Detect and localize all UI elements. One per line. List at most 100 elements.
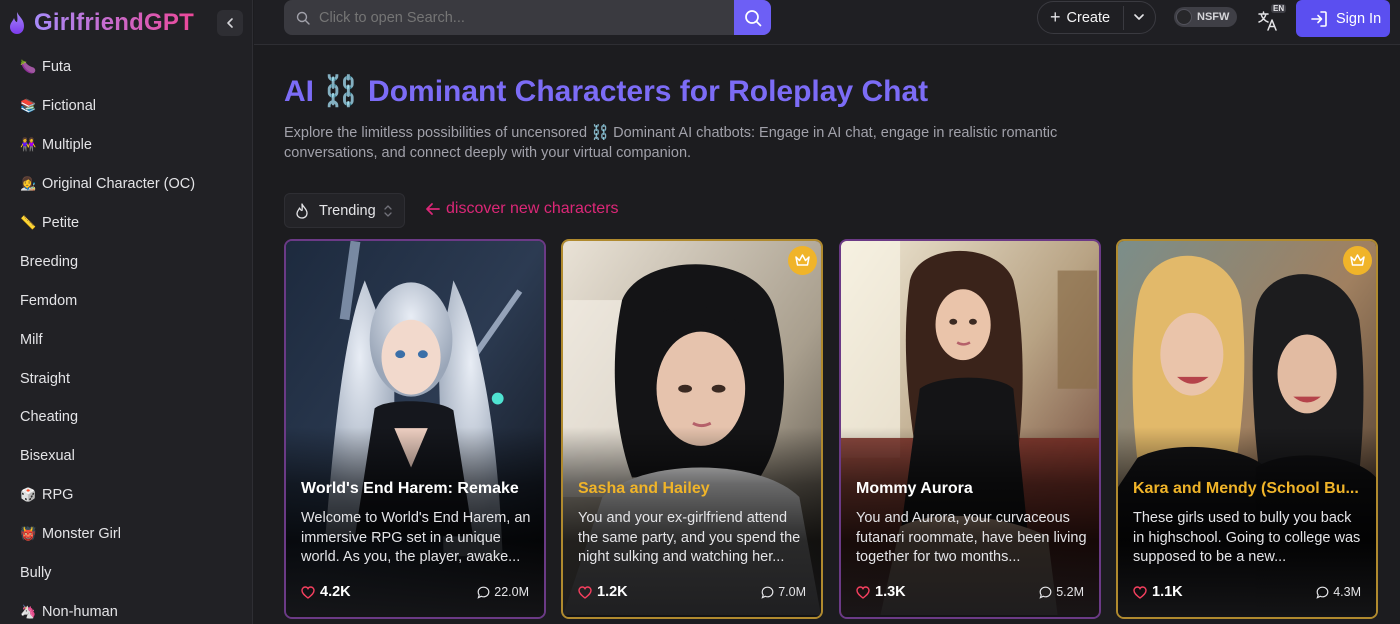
messages-count: 22.0M: [477, 585, 529, 599]
likes-count[interactable]: 1.2K: [578, 584, 628, 600]
character-card[interactable]: World's End Harem: Remake Welcome to Wor…: [284, 239, 546, 619]
chat-bubble-icon: [1039, 586, 1052, 599]
dice-icon: 🎲: [20, 487, 37, 503]
sidebar-item-label: Original Character (OC): [42, 176, 196, 193]
arrow-left-icon: [426, 203, 440, 215]
plus-icon: +: [1050, 7, 1061, 27]
unicorn-icon: 🦄: [20, 603, 37, 619]
search-icon: [296, 11, 310, 25]
nsfw-label: NSFW: [1197, 11, 1230, 23]
chat-bubble-icon: [477, 586, 490, 599]
brand[interactable]: GirlfriendGPT: [0, 0, 252, 45]
sidebar-item-non-human[interactable]: 🦄 Non-human: [0, 592, 252, 624]
sidebar-item-fictional[interactable]: 📚 Fictional: [0, 87, 252, 126]
messages-value: 4.3M: [1333, 585, 1361, 599]
likes-count[interactable]: 1.3K: [856, 584, 906, 600]
character-card[interactable]: Kara and Mendy (School Bu... These girls…: [1116, 239, 1378, 619]
character-name: World's End Harem: Remake: [301, 480, 519, 497]
sidebar-item-cheating[interactable]: Cheating: [0, 398, 252, 437]
sidebar-item-milf[interactable]: Milf: [0, 320, 252, 359]
likes-value: 4.2K: [320, 584, 351, 600]
chevron-down-icon[interactable]: [1131, 9, 1147, 25]
sidebar-item-multiple[interactable]: 👭 Multiple: [0, 126, 252, 165]
sidebar-item-label: Futa: [42, 59, 72, 76]
character-card[interactable]: Mommy Aurora You and Aurora, your curvac…: [839, 239, 1101, 619]
sidebar-item-oc[interactable]: 👩‍🎨 Original Character (OC): [0, 165, 252, 204]
sort-label: Trending: [319, 202, 376, 219]
sidebar-item-straight[interactable]: Straight: [0, 359, 252, 398]
messages-count: 4.3M: [1316, 585, 1361, 599]
likes-count[interactable]: 4.2K: [301, 584, 351, 600]
search-bar[interactable]: [284, 0, 771, 35]
sidebar-item-label: Petite: [42, 215, 80, 231]
divider: [1123, 6, 1124, 30]
collapse-sidebar-button[interactable]: [217, 10, 243, 36]
books-icon: 📚: [20, 98, 37, 114]
sidebar-item-label: Multiple: [42, 137, 92, 154]
sidebar-item-label: Cheating: [20, 409, 79, 426]
page-description: Explore the limitless possibilities of u…: [284, 125, 1058, 161]
sidebar-item-label: Bisexual: [20, 448, 75, 465]
heart-icon: [578, 585, 592, 599]
eggplant-icon: 🍆: [20, 59, 37, 75]
messages-value: 5.2M: [1056, 585, 1084, 599]
messages-count: 7.0M: [761, 585, 806, 599]
character-name: Mommy Aurora: [856, 480, 973, 497]
character-description: These girls used to bully you back in hi…: [1133, 510, 1361, 565]
sidebar-item-label: Femdom: [20, 292, 78, 309]
sign-in-button[interactable]: Sign In: [1296, 0, 1390, 37]
crown-icon: [1350, 254, 1365, 266]
premium-badge: [788, 246, 817, 275]
page-title: AI ⛓️ Dominant Characters for Roleplay C…: [284, 75, 929, 108]
sidebar-item-breeding[interactable]: Breeding: [0, 242, 252, 281]
sidebar-item-futa[interactable]: 🍆 Futa: [0, 48, 252, 87]
likes-value: 1.2K: [597, 584, 628, 600]
sort-select[interactable]: Trending: [284, 193, 405, 228]
sign-in-icon: [1311, 10, 1327, 27]
sidebar-item-label: Fictional: [42, 98, 96, 115]
sidebar-item-petite[interactable]: 📏 Petite: [0, 204, 252, 243]
sidebar-item-monster-girl[interactable]: 👹 Monster Girl: [0, 515, 252, 554]
sidebar-item-label: Non-human: [42, 603, 118, 620]
nsfw-toggle[interactable]: NSFW: [1174, 7, 1237, 27]
premium-badge: [1343, 246, 1372, 275]
sidebar-item-label: Milf: [20, 331, 43, 348]
character-description: Welcome to World's End Harem, an immersi…: [301, 510, 531, 565]
likes-value: 1.1K: [1152, 584, 1183, 600]
character-description: You and your ex-girlfriend attend the sa…: [578, 510, 801, 565]
artist-icon: 👩‍🎨: [20, 176, 37, 192]
likes-count[interactable]: 1.1K: [1133, 584, 1183, 600]
two-women-icon: 👭: [20, 137, 37, 153]
create-button[interactable]: + Create: [1037, 1, 1156, 34]
chat-bubble-icon: [1316, 586, 1329, 599]
sidebar-item-femdom[interactable]: Femdom: [0, 281, 252, 320]
sidebar-nav: 🍆 Futa 📚 Fictional 👭 Multiple 👩‍🎨 Original C…: [0, 48, 252, 624]
heart-icon: [1133, 585, 1147, 599]
translate-icon: [1258, 11, 1277, 31]
sign-in-label: Sign In: [1336, 10, 1382, 27]
monster-icon: 👹: [20, 526, 37, 542]
crown-icon: [795, 254, 810, 266]
search-input[interactable]: [319, 9, 719, 26]
sidebar-item-bully[interactable]: Bully: [0, 554, 252, 593]
character-card[interactable]: Sasha and Hailey You and your ex-girlfri…: [561, 239, 823, 619]
sidebar-item-label: RPG: [42, 487, 74, 504]
language-button[interactable]: EN: [1257, 4, 1287, 32]
discover-link[interactable]: discover new characters: [424, 200, 619, 218]
sidebar-item-label: Straight: [20, 370, 70, 387]
sidebar-item-label: Monster Girl: [42, 526, 121, 543]
chat-bubble-icon: [761, 586, 774, 599]
heart-icon: [856, 585, 870, 599]
flame-logo-icon: [10, 11, 24, 34]
heart-icon: [301, 585, 315, 599]
likes-value: 1.3K: [875, 584, 906, 600]
toggle-knob: [1176, 9, 1192, 25]
search-button[interactable]: [734, 0, 771, 35]
messages-count: 5.2M: [1039, 585, 1084, 599]
topbar: + Create NSFW EN Sign In: [254, 0, 1400, 45]
messages-value: 7.0M: [778, 585, 806, 599]
sidebar-item-rpg[interactable]: 🎲 RPG: [0, 476, 252, 515]
character-name: Sasha and Hailey: [578, 480, 710, 497]
sidebar: GirlfriendGPT 🍆 Futa 📚 Fictional 👭 Multiple…: [0, 0, 253, 624]
sidebar-item-bisexual[interactable]: Bisexual: [0, 437, 252, 476]
